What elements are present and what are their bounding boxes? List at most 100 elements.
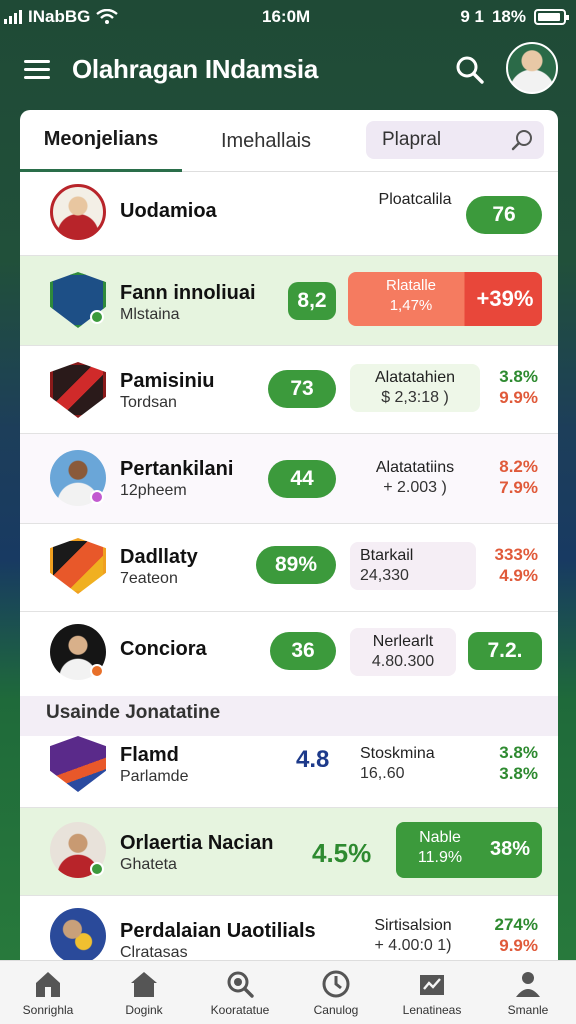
list-item[interactable]: Pamisiniu Tordsan 73 Alatatahien $ 2,3:1… — [20, 346, 558, 434]
magnifier-icon — [227, 971, 254, 998]
home-icon — [36, 972, 60, 997]
item-value: 4.8 — [296, 746, 330, 773]
info-label: Alatatatiins — [375, 459, 455, 476]
info-box: Nerlearlt 4.80.300 — [350, 628, 456, 676]
change-stack: 333% 4.9% — [482, 544, 538, 586]
change-percent: 9.9% — [499, 388, 538, 407]
change-percent: 333% — [494, 545, 538, 564]
info-box: Alatatahien $ 2,3:18 ) — [350, 364, 480, 412]
avatar[interactable] — [506, 42, 558, 94]
info-value: 24,330 — [360, 567, 409, 584]
item-name: Perdalaian Uaotilials — [120, 920, 316, 942]
status-dot-icon — [90, 490, 104, 504]
house-icon — [131, 972, 157, 997]
carrier-name: INabBG — [28, 7, 91, 26]
tab-meonjelians[interactable]: Meonjelians — [20, 110, 182, 172]
info-label: Alatatahien — [374, 369, 456, 386]
info-label: Sirtisalsion — [374, 917, 452, 934]
alert-text: Rlatalle 1,47% — [356, 276, 466, 316]
item-subtitle: Parlamde — [120, 768, 189, 785]
item-subtitle: Tordsan — [120, 394, 177, 411]
score-pill: 76 — [466, 196, 542, 234]
wifi-icon — [96, 9, 119, 24]
score-pill: 73 — [268, 370, 336, 408]
info-value: 16,.60 — [360, 765, 405, 782]
stats-icon — [420, 975, 444, 995]
info-box: Sirtisalsion + 4.00:0 1) — [350, 912, 476, 960]
team-crest-icon — [50, 362, 106, 418]
signal-icon — [4, 10, 22, 24]
info-label: Btarkail — [360, 547, 414, 564]
highlight-text: Nable 11.9% — [402, 828, 478, 868]
nav-item-smanle[interactable]: Smanle — [480, 961, 576, 1024]
info-box: Btarkail 24,330 — [350, 542, 476, 590]
page-title: Olahragan INdamsia — [72, 54, 319, 84]
search-box[interactable] — [366, 121, 544, 159]
tab-bar: Meonjelians Imehallais — [20, 110, 558, 172]
info-value: 11.9% — [417, 849, 463, 866]
nav-label: Kooratatue — [210, 1003, 270, 1017]
info-label: Rlatalle — [385, 277, 437, 294]
list-item[interactable]: Uodamioa Ploatcalila 76 — [20, 174, 558, 256]
change-percent: 9.9% — [499, 936, 538, 955]
list-item[interactable]: Pertankilani 12pheem 44 Alatatatiins + 2… — [20, 434, 558, 524]
info-value: $ 2,3:18 ) — [381, 389, 449, 406]
player-avatar — [50, 184, 106, 240]
status-bar: INabBG 16:0M 9 1 18% — [0, 0, 576, 34]
list-item[interactable]: Fann innoliuai Mlstaina 8,2 Rlatalle 1,4… — [20, 256, 558, 346]
search-icon[interactable] — [454, 54, 486, 86]
profile-icon — [516, 972, 540, 997]
battery-icon — [534, 9, 569, 25]
change-percent: 3.8% — [499, 743, 538, 762]
tab-label: Meonjelians — [43, 128, 159, 150]
item-name: Conciora — [120, 638, 207, 660]
change-stack: 274% 9.9% — [482, 914, 538, 956]
list-item[interactable]: Dadllaty 7eateon 89% Btarkail 24,330 333… — [20, 524, 558, 612]
list-item[interactable]: Perdalaian Uaotilials Clratasas Sirtisal… — [20, 896, 558, 966]
change-percent: +39% — [476, 286, 534, 311]
item-subtitle: Ghateta — [120, 856, 177, 873]
item-subtitle: 7eateon — [120, 570, 178, 587]
nav-label: Sonrighla — [22, 1003, 74, 1017]
nav-label: Smanle — [507, 1003, 549, 1017]
info-box: Ploatcalila — [360, 186, 470, 234]
nav-label: Dogink — [125, 1003, 163, 1017]
item-name: Flamd — [120, 744, 179, 766]
tab-label: Imehallais — [220, 129, 312, 152]
battery-percent: 18% — [491, 7, 526, 26]
score-pill: 7.2. — [468, 632, 542, 670]
search-input[interactable] — [382, 127, 502, 153]
info-value: 1,47% — [389, 297, 433, 314]
menu-icon[interactable] — [24, 58, 52, 80]
info-label: Stoskmina — [360, 745, 435, 762]
score-pill: 8,2 — [288, 282, 336, 320]
info-label: Nerlearlt — [372, 633, 434, 650]
info-value: + 2.003 ) — [383, 479, 447, 496]
nav-item-sonrighla[interactable]: Sonrighla — [0, 961, 96, 1024]
change-percent: 38% — [489, 838, 531, 860]
team-crest-icon — [50, 736, 106, 792]
list-item[interactable]: Orlaertia Nacian Ghateta 4.5% Nable 11.9… — [20, 808, 558, 896]
change-percent: 7.9% — [499, 478, 538, 497]
status-dot-icon — [90, 664, 104, 678]
status-extra: 9 1 — [460, 7, 484, 26]
score-pill: 89% — [256, 546, 336, 584]
info-label: Nable — [419, 829, 461, 846]
team-crest-icon — [50, 538, 106, 594]
list-item[interactable]: Flamd Parlamde 4.8 Stoskmina 16,.60 3.8%… — [20, 736, 558, 808]
score-pill: 36 — [270, 632, 336, 670]
nav-item-lenatineas[interactable]: Lenatineas — [384, 961, 480, 1024]
change-percent: 4.9% — [499, 566, 538, 585]
nav-item-kooratatue[interactable]: Kooratatue — [192, 961, 288, 1024]
item-name: Uodamioa — [120, 200, 217, 222]
info-value: 4.80.300 — [371, 653, 435, 670]
player-avatar — [50, 908, 106, 964]
change-percent: 8.2% — [499, 457, 538, 476]
nav-item-canulog[interactable]: Canulog — [288, 961, 384, 1024]
nav-label: Canulog — [313, 1003, 359, 1017]
score-pill: 44 — [268, 460, 336, 498]
search-icon[interactable] — [510, 127, 536, 153]
nav-item-dogink[interactable]: Dogink — [96, 961, 192, 1024]
list-item[interactable]: Conciora 36 Nerlearlt 4.80.300 7.2. — [20, 612, 558, 696]
tab-imehallais[interactable]: Imehallais — [188, 110, 344, 172]
